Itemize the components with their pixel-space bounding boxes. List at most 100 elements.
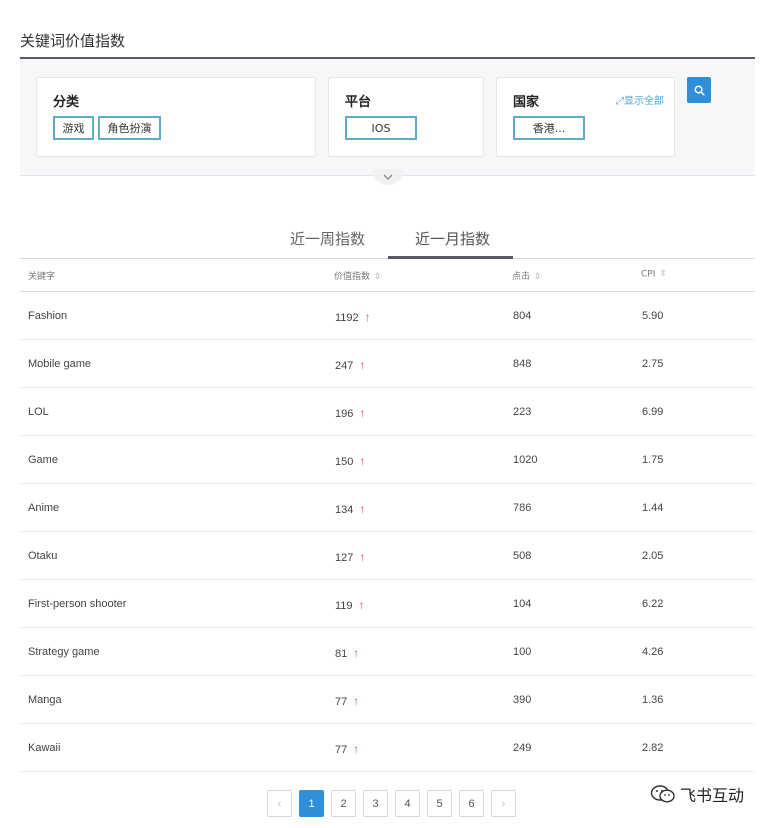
clicks-cell: 223 bbox=[513, 406, 531, 418]
platform-chip-ios[interactable]: IOS bbox=[345, 116, 417, 140]
filter-card-country: 国家 ⤢显示全部 香港... bbox=[496, 77, 675, 157]
cpi-cell-text: 2.75 bbox=[642, 358, 664, 370]
trend-up-icon: ↑ bbox=[358, 598, 365, 612]
table-row[interactable]: Kawaii 77 ↑ 249 2.82 bbox=[20, 724, 755, 772]
header-value-index[interactable]: 价值指数 ⇳ bbox=[334, 269, 382, 283]
cpi-cell: 2.75 bbox=[642, 358, 663, 370]
table-row[interactable]: Game 150 ↑ 1020 1.75 bbox=[20, 436, 755, 484]
table-body: Fashion 1192 ↑ 804 5.90 Mobile game 247 ↑ 848 2.7… bbox=[20, 292, 755, 772]
clicks-cell: 848 bbox=[513, 358, 531, 370]
search-button[interactable] bbox=[687, 77, 711, 103]
table-row[interactable]: Otaku 127 ↑ 508 2.05 bbox=[20, 532, 755, 580]
clicks-cell: 786 bbox=[513, 502, 531, 514]
clicks-cell: 1020 bbox=[513, 454, 537, 466]
cpi-cell-text: 1.44 bbox=[642, 502, 664, 514]
keyword-cell: First-person shooter bbox=[28, 598, 126, 610]
keyword-cell-text: Fashion bbox=[28, 310, 68, 322]
cpi-cell-text: 2.05 bbox=[642, 550, 664, 562]
table-row[interactable]: Mobile game 247 ↑ 848 2.75 bbox=[20, 340, 755, 388]
page-button-2[interactable]: 2 bbox=[331, 790, 356, 817]
clicks-cell-text: 100 bbox=[513, 646, 532, 658]
value-index-cell: 1192 ↑ bbox=[335, 310, 371, 324]
trend-up-icon: ↑ bbox=[359, 454, 366, 468]
tab-week-index[interactable]: 近一周指数 bbox=[290, 228, 365, 259]
keyword-cell-text: Kawaii bbox=[28, 742, 61, 754]
page-button-5[interactable]: 5 bbox=[427, 790, 452, 817]
header-keyword-label: 关键字 bbox=[28, 272, 56, 282]
page-button-4[interactable]: 4 bbox=[395, 790, 420, 817]
table-row[interactable]: First-person shooter 119 ↑ 104 6.22 bbox=[20, 580, 755, 628]
chevron-down-icon bbox=[383, 174, 393, 180]
value-index-cell-text: 81 bbox=[335, 648, 348, 660]
value-index-cell: 134 ↑ bbox=[335, 502, 365, 516]
category-chip-game[interactable]: 游戏 bbox=[53, 116, 94, 140]
show-all-label: 显示全部 bbox=[624, 96, 664, 107]
clicks-cell: 804 bbox=[513, 310, 531, 322]
trend-up-icon: ↑ bbox=[359, 502, 366, 516]
cpi-cell: 5.90 bbox=[642, 310, 663, 322]
value-index-cell-text: 196 bbox=[335, 408, 354, 420]
trend-up-icon: ↑ bbox=[359, 406, 366, 420]
table-header: 关键字 价值指数 ⇳ 点击 ⇳ CPI ⇳ bbox=[20, 259, 755, 292]
cpi-cell-text: 1.75 bbox=[642, 454, 664, 466]
filter-card-category: 分类 游戏 角色扮演 bbox=[36, 77, 316, 157]
keyword-cell-text: Mobile game bbox=[28, 358, 91, 370]
keyword-cell: LOL bbox=[28, 406, 49, 418]
cpi-cell-text: 2.82 bbox=[642, 742, 664, 754]
watermark: 飞书互动 bbox=[650, 782, 744, 806]
prev-page-button[interactable]: ‹ bbox=[267, 790, 292, 817]
header-keyword: 关键字 bbox=[28, 269, 55, 282]
category-chip-rpg[interactable]: 角色扮演 bbox=[98, 116, 161, 140]
clicks-cell-text: 249 bbox=[513, 742, 532, 754]
value-index-cell-text: 77 bbox=[335, 744, 348, 756]
table-row[interactable]: Strategy game 81 ↑ 100 4.26 bbox=[20, 628, 755, 676]
value-index-cell: 247 ↑ bbox=[335, 358, 365, 372]
cpi-cell-text: 6.99 bbox=[642, 406, 664, 418]
value-index-cell: 196 ↑ bbox=[335, 406, 365, 420]
keyword-table: 关键字 价值指数 ⇳ 点击 ⇳ CPI ⇳ Fashion 1192 ↑ 804 5.90 Mo… bbox=[20, 259, 755, 772]
cpi-cell-text: 6.22 bbox=[642, 598, 664, 610]
clicks-cell: 249 bbox=[513, 742, 531, 754]
cpi-cell: 1.75 bbox=[642, 454, 663, 466]
cpi-cell: 1.44 bbox=[642, 502, 663, 514]
sort-icon: ⇳ bbox=[534, 271, 542, 282]
show-all-link[interactable]: ⤢显示全部 bbox=[616, 92, 664, 107]
cpi-cell: 1.36 bbox=[642, 694, 663, 706]
value-index-cell: 77 ↑ bbox=[335, 742, 359, 756]
cpi-cell-text: 1.36 bbox=[642, 694, 664, 706]
platform-label: 平台 bbox=[345, 95, 372, 110]
country-chip-hongkong[interactable]: 香港... bbox=[513, 116, 585, 140]
next-page-button[interactable]: › bbox=[491, 790, 516, 817]
clicks-cell-text: 804 bbox=[513, 310, 532, 322]
expand-icon: ⤢ bbox=[616, 96, 624, 107]
trend-up-icon: ↑ bbox=[359, 358, 366, 372]
clicks-cell-text: 390 bbox=[513, 694, 532, 706]
value-index-cell-text: 77 bbox=[335, 696, 348, 708]
cpi-cell-text: 4.26 bbox=[642, 646, 664, 658]
table-row[interactable]: Fashion 1192 ↑ 804 5.90 bbox=[20, 292, 755, 340]
keyword-cell: Kawaii bbox=[28, 742, 60, 754]
keyword-cell-text: LOL bbox=[28, 406, 49, 418]
header-clicks[interactable]: 点击 ⇳ bbox=[512, 269, 542, 283]
expand-filters-toggle[interactable] bbox=[372, 169, 404, 185]
table-row[interactable]: LOL 196 ↑ 223 6.99 bbox=[20, 388, 755, 436]
tab-month-index[interactable]: 近一月指数 bbox=[415, 228, 490, 259]
trend-up-icon: ↑ bbox=[364, 310, 371, 324]
sort-icon: ⇳ bbox=[659, 269, 667, 279]
header-cpi[interactable]: CPI ⇳ bbox=[641, 269, 667, 280]
keyword-cell-text: Anime bbox=[28, 502, 60, 514]
table-row[interactable]: Anime 134 ↑ 786 1.44 bbox=[20, 484, 755, 532]
clicks-cell-text: 1020 bbox=[513, 454, 538, 466]
header-value-label: 价值指数 bbox=[334, 272, 371, 282]
table-row[interactable]: Manga 77 ↑ 390 1.36 bbox=[20, 676, 755, 724]
keyword-cell-text: First-person shooter bbox=[28, 598, 127, 610]
value-index-cell-text: 127 bbox=[335, 552, 354, 564]
value-index-cell: 127 ↑ bbox=[335, 550, 365, 564]
page-button-3[interactable]: 3 bbox=[363, 790, 388, 817]
header-cpi-label: CPI bbox=[641, 269, 656, 280]
page-button-1[interactable]: 1 bbox=[299, 790, 324, 817]
clicks-cell-text: 786 bbox=[513, 502, 532, 514]
keyword-cell: Strategy game bbox=[28, 646, 100, 658]
watermark-text: 飞书互动 bbox=[680, 786, 745, 805]
page-button-6[interactable]: 6 bbox=[459, 790, 484, 817]
